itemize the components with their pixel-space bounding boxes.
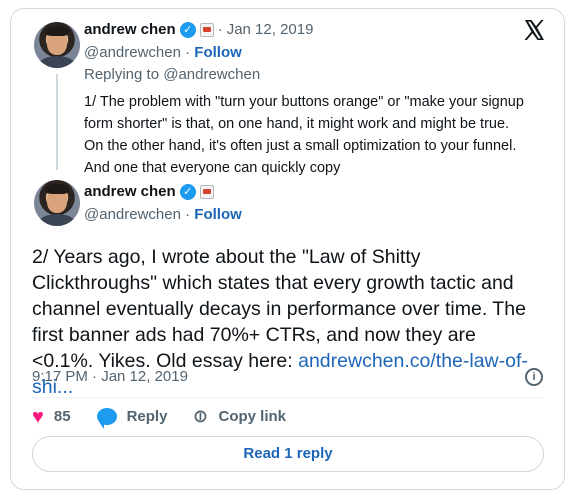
thread-connector-line: [56, 74, 58, 170]
separator: ·: [185, 44, 191, 61]
heart-icon: ♥: [32, 405, 44, 428]
parent-handle-row: @andrewchen · Follow: [84, 44, 242, 61]
avatar[interactable]: [34, 22, 80, 68]
divider: [32, 397, 544, 398]
affiliate-badge-icon[interactable]: [199, 184, 214, 199]
tweet-timestamp[interactable]: 9:17 PM · Jan 12, 2019: [32, 368, 188, 385]
affiliate-badge-icon[interactable]: [199, 22, 214, 37]
separator: ·: [217, 21, 223, 38]
copy-link-button[interactable]: ⊘ Copy link: [188, 404, 287, 429]
copy-link-label: Copy link: [218, 408, 287, 425]
x-logo-icon[interactable]: [522, 18, 546, 42]
separator: ·: [185, 206, 191, 223]
author-name[interactable]: andrew chen: [84, 183, 176, 200]
avatar[interactable]: [34, 180, 80, 226]
verified-check-icon: ✓: [179, 183, 196, 200]
like-button[interactable]: ♥ 85: [32, 407, 71, 427]
author-handle[interactable]: @andrewchen: [84, 206, 181, 223]
like-count: 85: [53, 408, 71, 425]
reply-bubble-icon: [96, 408, 117, 429]
info-icon[interactable]: i: [525, 368, 543, 386]
main-handle-row: @andrewchen · Follow: [84, 206, 242, 223]
parent-tweet-text: 1/ The problem with "turn your buttons o…: [84, 94, 524, 176]
verified-check-icon: ✓: [179, 21, 196, 38]
tweet-date[interactable]: Jan 12, 2019: [227, 21, 314, 38]
reply-label: Reply: [126, 408, 168, 425]
link-icon: ⊘: [188, 403, 214, 429]
action-bar: ♥ 85 Reply ⊘ Copy link: [32, 404, 312, 429]
author-name[interactable]: andrew chen: [84, 21, 176, 38]
follow-button[interactable]: Follow: [194, 206, 242, 223]
main-author-row: andrew chen ✓: [84, 183, 214, 200]
follow-button[interactable]: Follow: [194, 44, 242, 61]
reply-button[interactable]: Reply: [96, 408, 168, 429]
parent-author-row: andrew chen ✓ · Jan 12, 2019: [84, 21, 313, 38]
read-replies-button[interactable]: Read 1 reply: [32, 436, 544, 472]
author-handle[interactable]: @andrewchen: [84, 44, 181, 61]
replying-to-text: Replying to @andrewchen: [84, 66, 261, 83]
